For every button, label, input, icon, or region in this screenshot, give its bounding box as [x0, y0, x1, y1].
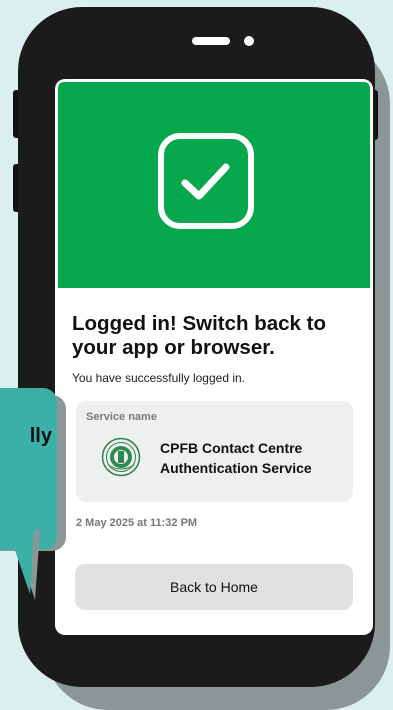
back-to-home-button[interactable]: Back to Home: [75, 564, 353, 610]
page-title: Logged in! Switch back to your app or br…: [72, 312, 326, 359]
login-timestamp: 2 May 2025 at 11:32 PM: [76, 517, 198, 529]
speaker-grille: [192, 37, 230, 45]
phone-screen: Logged in! Switch back to your app or br…: [55, 79, 373, 635]
callout-tail: [8, 530, 40, 600]
service-name: CPFB Contact Centre Authentication Servi…: [160, 440, 312, 476]
service-name-label: Service name: [86, 411, 157, 423]
callout-bubble: [0, 388, 57, 550]
check-square-icon: [158, 133, 254, 229]
success-banner: [58, 82, 370, 288]
callout-text: lly: [29, 425, 52, 447]
front-camera: [244, 36, 254, 46]
page-subtitle: You have successfully logged in.: [72, 371, 246, 385]
cpf-seal-icon: [101, 437, 141, 477]
phone-frame: Logged in! Switch back to your app or br…: [18, 7, 375, 687]
